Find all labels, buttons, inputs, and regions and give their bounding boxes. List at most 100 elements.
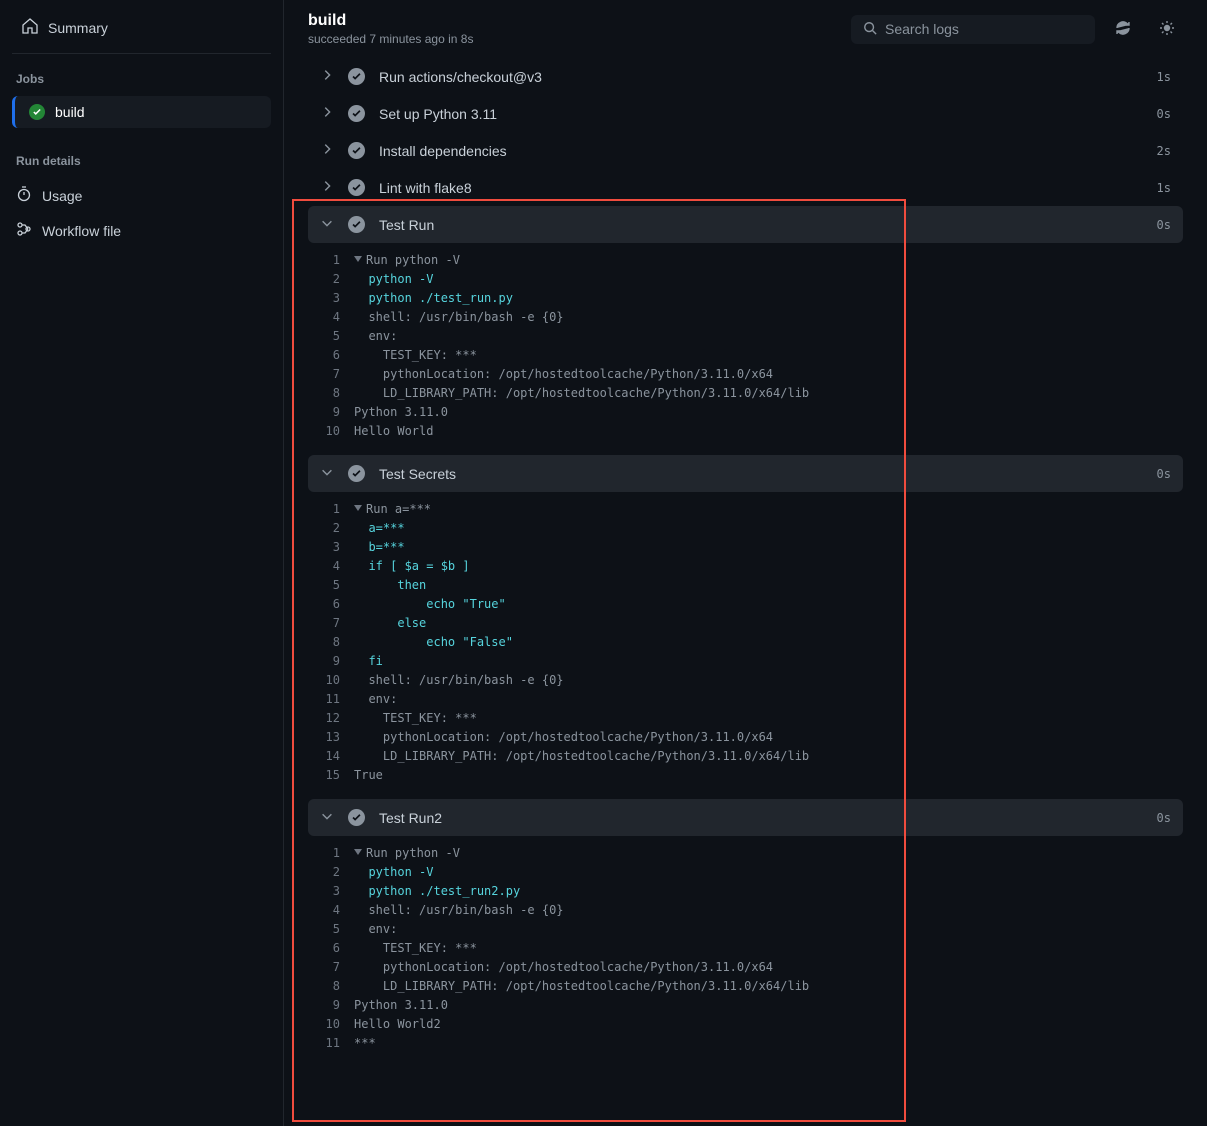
check-circle-icon xyxy=(348,179,365,196)
log-line: 2 a=*** xyxy=(308,519,1183,538)
jobs-heading: Jobs xyxy=(0,66,283,92)
log-line: 9Python 3.11.0 xyxy=(308,996,1183,1015)
step-row[interactable]: Set up Python 3.11 0s xyxy=(308,95,1183,132)
header: build succeeded 7 minutes ago in 8s xyxy=(284,0,1207,58)
main: build succeeded 7 minutes ago in 8s Run … xyxy=(284,0,1207,1126)
check-circle-icon xyxy=(348,216,365,233)
run-details-heading: Run details xyxy=(0,148,283,174)
chevron-right-icon xyxy=(320,179,334,196)
steps-container: Run actions/checkout@v3 1s Set up Python 3… xyxy=(284,58,1207,1126)
sidebar-workflow-label: Workflow file xyxy=(42,223,121,239)
log-line: 10Hello World xyxy=(308,422,1183,441)
check-circle-icon xyxy=(29,104,45,120)
log-line: 8 LD_LIBRARY_PATH: /opt/hostedtoolcache/… xyxy=(308,384,1183,403)
log-line: 10 shell: /usr/bin/bash -e {0} xyxy=(308,671,1183,690)
log-block: 1Run python -V2 python -V3 python ./test… xyxy=(308,243,1183,455)
log-line: 1Run python -V xyxy=(308,844,1183,863)
step-duration: 0s xyxy=(1157,467,1171,481)
log-line: 13 pythonLocation: /opt/hostedtoolcache/… xyxy=(308,728,1183,747)
step-name: Test Run2 xyxy=(379,810,1143,826)
log-line: 6 echo "True" xyxy=(308,595,1183,614)
log-line: 3 python ./test_run.py xyxy=(308,289,1183,308)
step-name: Install dependencies xyxy=(379,143,1143,159)
step-duration: 0s xyxy=(1157,218,1171,232)
chevron-right-icon xyxy=(320,105,334,122)
header-title-block: build succeeded 7 minutes ago in 8s xyxy=(308,12,839,46)
stopwatch-icon xyxy=(16,186,32,205)
step-duration: 0s xyxy=(1157,107,1171,121)
log-line: 10Hello World2 xyxy=(308,1015,1183,1034)
log-line: 7 pythonLocation: /opt/hostedtoolcache/P… xyxy=(308,365,1183,384)
check-circle-icon xyxy=(348,68,365,85)
log-line: 15True xyxy=(308,766,1183,785)
step-name: Set up Python 3.11 xyxy=(379,106,1143,122)
check-circle-icon xyxy=(348,105,365,122)
check-circle-icon xyxy=(348,809,365,826)
log-line: 2 python -V xyxy=(308,863,1183,882)
log-line: 11 env: xyxy=(308,690,1183,709)
sidebar-workflow-file[interactable]: Workflow file xyxy=(0,213,283,248)
step-name: Lint with flake8 xyxy=(379,180,1143,196)
step-row[interactable]: Install dependencies 2s xyxy=(308,132,1183,169)
step-duration: 0s xyxy=(1157,811,1171,825)
step-row[interactable]: Test Run 0s xyxy=(308,206,1183,243)
log-block: 1Run python -V2 python -V3 python ./test… xyxy=(308,836,1183,1067)
step-row[interactable]: Run actions/checkout@v3 1s xyxy=(308,58,1183,95)
step-duration: 1s xyxy=(1157,70,1171,84)
search-input[interactable] xyxy=(885,21,1083,37)
check-circle-icon xyxy=(348,142,365,159)
refresh-icon xyxy=(1115,20,1131,39)
chevron-down-icon xyxy=(320,465,334,482)
log-line: 12 TEST_KEY: *** xyxy=(308,709,1183,728)
step-row[interactable]: Test Run2 0s xyxy=(308,799,1183,836)
sidebar-usage[interactable]: Usage xyxy=(0,178,283,213)
step-name: Test Secrets xyxy=(379,466,1143,482)
job-name: build xyxy=(55,104,85,120)
log-line: 6 TEST_KEY: *** xyxy=(308,939,1183,958)
log-line: 9Python 3.11.0 xyxy=(308,403,1183,422)
log-block: 1Run a=***2 a=***3 b=***4 if [ $a = $b ]… xyxy=(308,492,1183,799)
sidebar-summary-label: Summary xyxy=(48,20,108,36)
refresh-button[interactable] xyxy=(1107,13,1139,45)
log-line: 7 else xyxy=(308,614,1183,633)
page-subtitle: succeeded 7 minutes ago in 8s xyxy=(308,32,839,46)
log-line: 4 if [ $a = $b ] xyxy=(308,557,1183,576)
log-line: 2 python -V xyxy=(308,270,1183,289)
search-box[interactable] xyxy=(851,15,1095,44)
log-line: 5 env: xyxy=(308,327,1183,346)
log-line: 6 TEST_KEY: *** xyxy=(308,346,1183,365)
log-line: 4 shell: /usr/bin/bash -e {0} xyxy=(308,901,1183,920)
log-line: 3 python ./test_run2.py xyxy=(308,882,1183,901)
sidebar: Summary Jobs build Run details Usage Wor… xyxy=(0,0,284,1126)
log-line: 3 b=*** xyxy=(308,538,1183,557)
log-line: 11*** xyxy=(308,1034,1183,1053)
sidebar-summary[interactable]: Summary xyxy=(12,12,271,43)
check-circle-icon xyxy=(348,465,365,482)
chevron-right-icon xyxy=(320,68,334,85)
log-line: 4 shell: /usr/bin/bash -e {0} xyxy=(308,308,1183,327)
chevron-down-icon xyxy=(320,216,334,233)
step-row[interactable]: Test Secrets 0s xyxy=(308,455,1183,492)
log-line: 1Run python -V xyxy=(308,251,1183,270)
sidebar-usage-label: Usage xyxy=(42,188,82,204)
step-duration: 1s xyxy=(1157,181,1171,195)
job-item-build[interactable]: build xyxy=(12,96,271,128)
step-row[interactable]: Lint with flake8 1s xyxy=(308,169,1183,206)
step-name: Run actions/checkout@v3 xyxy=(379,69,1143,85)
step-duration: 2s xyxy=(1157,144,1171,158)
divider xyxy=(12,53,271,54)
page-title: build xyxy=(308,12,839,30)
log-line: 5 env: xyxy=(308,920,1183,939)
home-icon xyxy=(22,18,38,37)
gear-icon xyxy=(1159,20,1175,39)
search-icon xyxy=(863,21,877,38)
step-name: Test Run xyxy=(379,217,1143,233)
log-line: 5 then xyxy=(308,576,1183,595)
log-line: 8 LD_LIBRARY_PATH: /opt/hostedtoolcache/… xyxy=(308,977,1183,996)
workflow-icon xyxy=(16,221,32,240)
settings-button[interactable] xyxy=(1151,13,1183,45)
log-line: 1Run a=*** xyxy=(308,500,1183,519)
log-line: 14 LD_LIBRARY_PATH: /opt/hostedtoolcache… xyxy=(308,747,1183,766)
chevron-right-icon xyxy=(320,142,334,159)
log-line: 9 fi xyxy=(308,652,1183,671)
